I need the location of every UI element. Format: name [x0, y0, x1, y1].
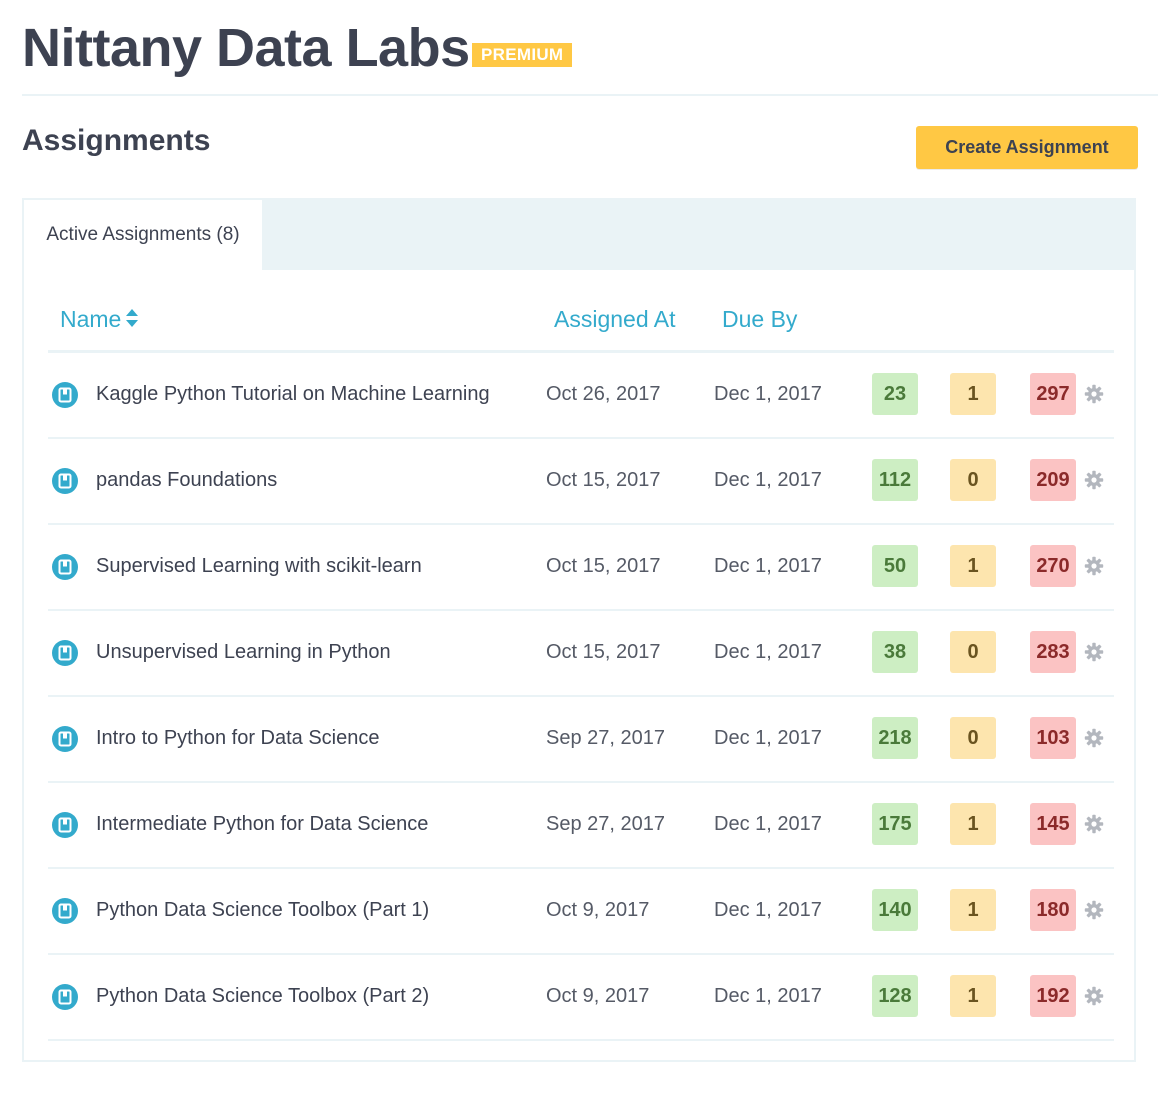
not-started-count-badge[interactable]: 283 [1030, 631, 1076, 673]
assignment-name[interactable]: Kaggle Python Tutorial on Machine Learni… [96, 383, 490, 406]
sort-icon [125, 307, 139, 334]
tab-active-assignments[interactable]: Active Assignments (8) [24, 200, 262, 270]
assignment-name[interactable]: pandas Foundations [96, 469, 277, 492]
column-header-due-by[interactable]: Due By [722, 306, 797, 333]
gear-icon[interactable] [1084, 642, 1104, 662]
table-row[interactable]: Python Data Science Toolbox (Part 2) Oct … [48, 955, 1114, 1041]
due-by: Dec 1, 2017 [714, 383, 822, 405]
gear-icon[interactable] [1084, 900, 1104, 920]
not-started-count-badge[interactable]: 270 [1030, 545, 1076, 587]
table-row[interactable]: Kaggle Python Tutorial on Machine Learni… [48, 353, 1114, 439]
due-by: Dec 1, 2017 [714, 985, 822, 1007]
course-book-icon [52, 898, 78, 924]
completed-count-badge[interactable]: 218 [872, 717, 918, 759]
completed-count-badge[interactable]: 50 [872, 545, 918, 587]
tab-strip: Active Assignments (8) [22, 198, 1136, 270]
assigned-at: Oct 15, 2017 [546, 641, 661, 663]
assigned-at: Oct 26, 2017 [546, 383, 661, 405]
completed-count-badge[interactable]: 175 [872, 803, 918, 845]
not-started-count-badge[interactable]: 209 [1030, 459, 1076, 501]
gear-icon[interactable] [1084, 728, 1104, 748]
table-row[interactable]: Unsupervised Learning in Python Oct 15, 2… [48, 611, 1114, 697]
table-row[interactable]: pandas Foundations Oct 15, 2017 Dec 1, 201… [48, 439, 1114, 525]
completed-count-badge[interactable]: 128 [872, 975, 918, 1017]
course-book-icon [52, 640, 78, 666]
assigned-at: Oct 9, 2017 [546, 899, 650, 921]
assigned-at: Oct 15, 2017 [546, 469, 661, 491]
assigned-at: Sep 27, 2017 [546, 813, 665, 835]
in-progress-count-badge[interactable]: 0 [950, 631, 996, 673]
not-started-count-badge[interactable]: 192 [1030, 975, 1076, 1017]
assigned-at: Oct 9, 2017 [546, 985, 650, 1007]
assignment-name[interactable]: Unsupervised Learning in Python [96, 641, 391, 664]
completed-count-badge[interactable]: 140 [872, 889, 918, 931]
due-by: Dec 1, 2017 [714, 899, 822, 921]
gear-icon[interactable] [1084, 556, 1104, 576]
assignments-panel: Active Assignments (8) Name Assigned At … [22, 198, 1136, 1062]
course-book-icon [52, 812, 78, 838]
course-book-icon [52, 984, 78, 1010]
assignment-name[interactable]: Python Data Science Toolbox (Part 2) [96, 985, 429, 1008]
assignment-name[interactable]: Intermediate Python for Data Science [96, 813, 428, 836]
in-progress-count-badge[interactable]: 0 [950, 459, 996, 501]
course-book-icon [52, 468, 78, 494]
assignment-name[interactable]: Intro to Python for Data Science [96, 727, 380, 750]
table-body: Kaggle Python Tutorial on Machine Learni… [48, 353, 1114, 1041]
create-assignment-button[interactable]: Create Assignment [916, 126, 1138, 169]
column-header-assigned-at[interactable]: Assigned At [554, 306, 675, 333]
course-book-icon [52, 554, 78, 580]
course-book-icon [52, 726, 78, 752]
gear-icon[interactable] [1084, 986, 1104, 1006]
assignments-table: Name Assigned At Due By Kaggle Python Tu… [48, 294, 1114, 1041]
org-header: Nittany Data Labs PREMIUM [22, 14, 1158, 96]
org-name: Nittany Data Labs [22, 18, 470, 78]
in-progress-count-badge[interactable]: 1 [950, 803, 996, 845]
premium-badge: PREMIUM [472, 43, 573, 67]
completed-count-badge[interactable]: 112 [872, 459, 918, 501]
table-row[interactable]: Intro to Python for Data Science Sep 27, … [48, 697, 1114, 783]
assignment-name[interactable]: Supervised Learning with scikit-learn [96, 555, 422, 578]
assigned-at: Sep 27, 2017 [546, 727, 665, 749]
table-row[interactable]: Python Data Science Toolbox (Part 1) Oct … [48, 869, 1114, 955]
table-row[interactable]: Intermediate Python for Data Science Sep … [48, 783, 1114, 869]
due-by: Dec 1, 2017 [714, 727, 822, 749]
in-progress-count-badge[interactable]: 1 [950, 373, 996, 415]
assigned-at: Oct 15, 2017 [546, 555, 661, 577]
in-progress-count-badge[interactable]: 1 [950, 889, 996, 931]
column-header-name-label: Name [60, 306, 122, 332]
due-by: Dec 1, 2017 [714, 555, 822, 577]
completed-count-badge[interactable]: 38 [872, 631, 918, 673]
page-title: Assignments [22, 124, 211, 157]
table-row[interactable]: Supervised Learning with scikit-learn Oct… [48, 525, 1114, 611]
due-by: Dec 1, 2017 [714, 641, 822, 663]
course-book-icon [52, 382, 78, 408]
not-started-count-badge[interactable]: 297 [1030, 373, 1076, 415]
gear-icon[interactable] [1084, 470, 1104, 490]
table-header: Name Assigned At Due By [48, 294, 1114, 353]
not-started-count-badge[interactable]: 180 [1030, 889, 1076, 931]
due-by: Dec 1, 2017 [714, 813, 822, 835]
column-header-name[interactable]: Name [60, 306, 139, 334]
gear-icon[interactable] [1084, 384, 1104, 404]
assignment-name[interactable]: Python Data Science Toolbox (Part 1) [96, 899, 429, 922]
due-by: Dec 1, 2017 [714, 469, 822, 491]
in-progress-count-badge[interactable]: 1 [950, 545, 996, 587]
in-progress-count-badge[interactable]: 0 [950, 717, 996, 759]
not-started-count-badge[interactable]: 145 [1030, 803, 1076, 845]
completed-count-badge[interactable]: 23 [872, 373, 918, 415]
gear-icon[interactable] [1084, 814, 1104, 834]
in-progress-count-badge[interactable]: 1 [950, 975, 996, 1017]
not-started-count-badge[interactable]: 103 [1030, 717, 1076, 759]
